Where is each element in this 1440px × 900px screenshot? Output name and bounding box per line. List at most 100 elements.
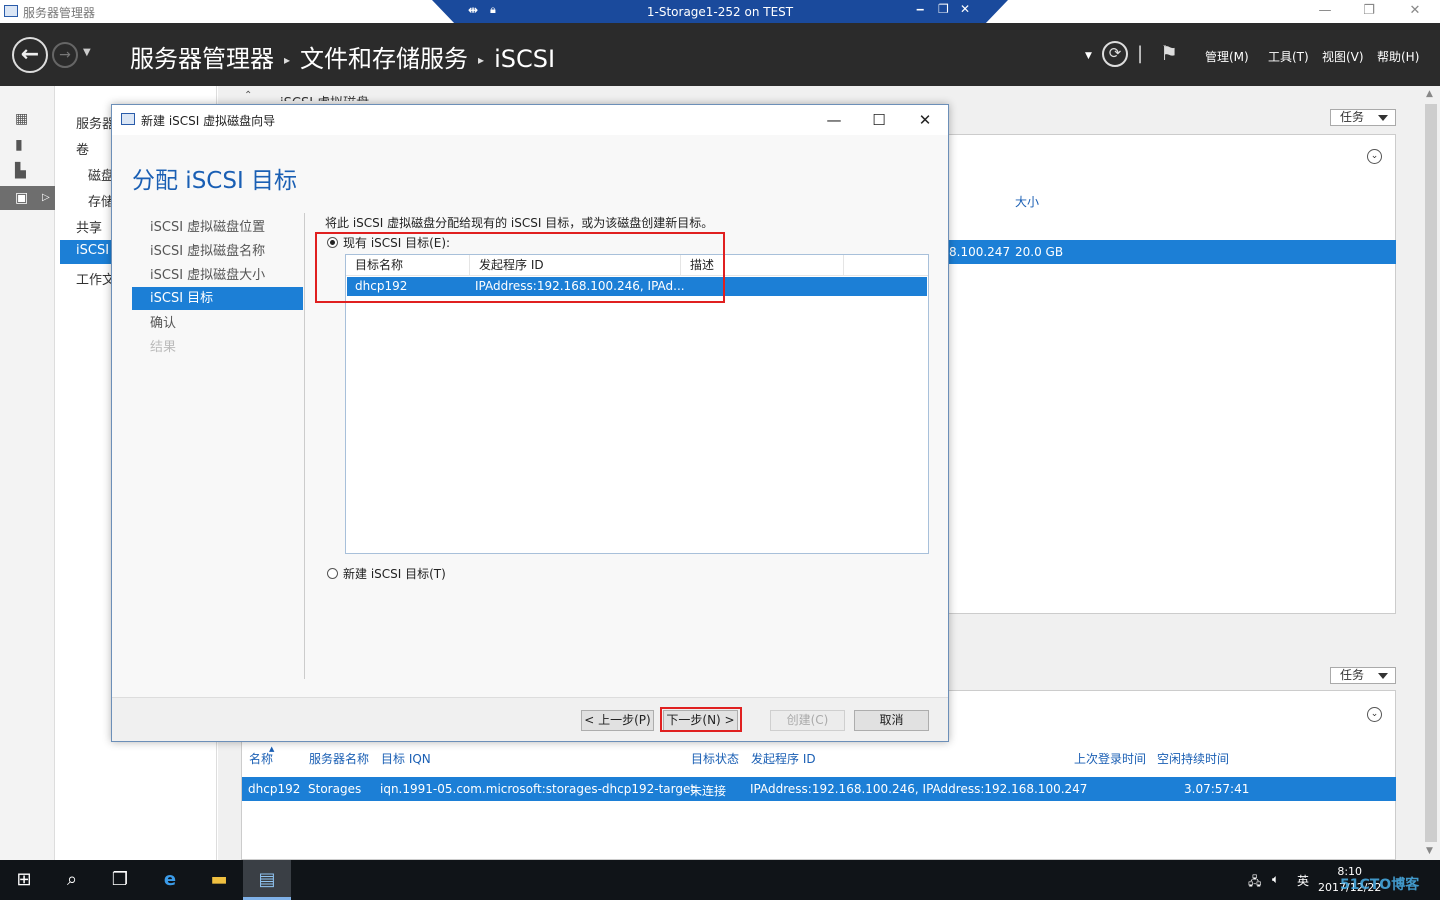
volume-icon[interactable]: 🔈︎ (1272, 872, 1279, 887)
local-server-icon[interactable]: ▮ (15, 137, 33, 153)
wizard-app-icon (121, 113, 135, 125)
menu-manage[interactable]: 管理(M) (1205, 48, 1249, 65)
rdp-minimize-icon[interactable]: ‒ (916, 2, 924, 16)
notifications-flag-icon[interactable]: ⚑ (1160, 41, 1178, 65)
table-header: 目标名称 发起程序 ID 描述 (346, 255, 928, 276)
tasks-dropdown-top[interactable]: 任务 (1330, 109, 1396, 126)
panel-collapse-icon[interactable]: ⌄ (1367, 149, 1382, 164)
column-header-status[interactable]: 目标状态 (691, 750, 739, 767)
next-button[interactable]: 下一步(N) > (663, 710, 738, 731)
cell-server: Storages (308, 782, 362, 796)
step-divider (304, 213, 305, 679)
all-servers-icon[interactable]: ▙ (15, 163, 33, 179)
step-disk-name[interactable]: iSCSI 虚拟磁盘名称 (132, 240, 303, 263)
nav-item-iscsi[interactable]: iSCSI (76, 243, 109, 258)
size-column-header[interactable]: 大小 (1015, 193, 1039, 210)
internet-explorer-icon[interactable]: e (158, 868, 182, 892)
panel-collapse-icon[interactable]: ⌄ (1367, 707, 1382, 722)
table-row[interactable]: dhcp192 Storages iqn.1991-05.com.microso… (242, 777, 1396, 801)
breadcrumb: 服务器管理器 ▸ 文件和存储服务 ▸ iSCSI (130, 39, 555, 74)
wizard-footer: < 上一步(P) 下一步(N) > 创建(C) 取消 (112, 697, 948, 741)
breadcrumb-item-server-manager[interactable]: 服务器管理器 (130, 45, 274, 73)
search-icon[interactable]: ⌕ (60, 868, 84, 892)
menu-help[interactable]: 帮助(H) (1377, 48, 1419, 65)
table-row[interactable]: dhcp192 IPAddress:192.168.100.246, IPAd.… (347, 277, 927, 296)
header-divider: | (1137, 43, 1144, 64)
breadcrumb-item-file-storage[interactable]: 文件和存储服务 (300, 45, 468, 73)
windows-start-icon[interactable]: ⊞ (12, 868, 36, 892)
watermark-text: 51CTO博客 (1340, 877, 1420, 893)
refresh-icon[interactable]: ⟳ (1102, 41, 1128, 67)
forward-arrow-icon[interactable]: → (52, 42, 78, 68)
ime-indicator[interactable]: 英 (1297, 872, 1309, 889)
main-scrollbar[interactable]: ▲ ▼ (1422, 86, 1440, 860)
network-icon[interactable]: 🖧︎ (1248, 872, 1261, 893)
section-collapse-icon[interactable]: ⌃ (244, 90, 252, 101)
section-title: iSCSI 虚拟磁盘 (280, 92, 369, 101)
nav-item-work-folders[interactable]: 工作文 (76, 269, 115, 288)
nav-item-servers[interactable]: 服务器 (76, 113, 115, 132)
row-size: 20.0 GB (1015, 245, 1064, 259)
prev-button[interactable]: < 上一步(P) (581, 710, 654, 731)
task-view-icon[interactable]: ❐ (108, 868, 132, 892)
notification-dropdown-icon[interactable]: ▼ (1085, 51, 1092, 61)
file-explorer-icon[interactable]: ▬ (207, 868, 231, 892)
column-header-last-login[interactable]: 上次登录时间 (1074, 750, 1146, 767)
wizard-minimize-icon[interactable]: — (819, 110, 849, 130)
restore-icon[interactable]: ❐ (1354, 2, 1384, 20)
file-storage-icon[interactable]: ▣ (15, 190, 33, 206)
server-manager-taskbar-icon[interactable]: ▤ (255, 868, 279, 892)
rdp-close-icon[interactable]: ✕ (960, 2, 970, 16)
column-header-idle[interactable]: 空闲持续时间 (1157, 750, 1229, 767)
history-dropdown-icon[interactable]: ▼ (83, 47, 91, 58)
radio-existing-target[interactable] (327, 237, 338, 248)
left-icon-strip: ▦ ▮ ▙ ▣ ▷ (0, 86, 55, 860)
server-manager-icon (4, 5, 18, 17)
radio-existing-target-row[interactable]: 现有 iSCSI 目标(E): (327, 234, 450, 251)
step-iscsi-target[interactable]: iSCSI 目标 (132, 287, 303, 310)
scroll-thumb[interactable] (1425, 104, 1437, 842)
menu-view[interactable]: 视图(V) (1322, 48, 1364, 65)
radio-new-target[interactable] (327, 568, 338, 579)
back-arrow-icon[interactable]: ← (12, 37, 48, 73)
nav-item-volumes[interactable]: 卷 (76, 139, 89, 158)
step-confirm[interactable]: 确认 (132, 312, 303, 335)
column-header-description[interactable]: 描述 (681, 255, 844, 276)
sort-ascending-icon: ▲ (269, 745, 275, 753)
cell-name: dhcp192 (248, 782, 301, 796)
row-ip-fragment: 8.100.247 (949, 245, 1011, 259)
menu-tools[interactable]: 工具(T) (1268, 48, 1309, 65)
watermark: 51CTO博客 (1338, 860, 1438, 900)
rdp-restore-icon[interactable]: ❐ (938, 2, 949, 16)
tasks-dropdown-bottom[interactable]: 任务 (1330, 667, 1396, 684)
close-icon[interactable]: ✕ (1400, 2, 1430, 20)
minimize-icon[interactable]: — (1310, 2, 1340, 20)
radio-new-target-label: 新建 iSCSI 目标(T) (343, 567, 446, 581)
cancel-button[interactable]: 取消 (854, 710, 929, 731)
dashboard-icon[interactable]: ▦ (15, 111, 33, 127)
breadcrumb-item-iscsi[interactable]: iSCSI (494, 45, 555, 73)
cell-idle: 3.07:57:41 (1184, 782, 1250, 796)
wizard-maximize-icon[interactable]: ☐ (864, 110, 894, 130)
new-iscsi-disk-wizard: 新建 iSCSI 虚拟磁盘向导 — ☐ ✕ 分配 iSCSI 目标 iSCSI … (111, 104, 949, 742)
radio-new-target-row[interactable]: 新建 iSCSI 目标(T) (327, 565, 446, 582)
radio-existing-target-label: 现有 iSCSI 目标(E): (343, 236, 451, 250)
scroll-up-icon[interactable]: ▲ (1426, 89, 1433, 99)
nav-item-shares[interactable]: 共享 (76, 217, 102, 236)
rdp-connection-bar: ⇹ 🔒︎ 1-Storage1-252 on TEST ‒ ❐ ✕ (432, 0, 1008, 24)
scroll-down-icon[interactable]: ▼ (1426, 846, 1433, 856)
step-disk-location[interactable]: iSCSI 虚拟磁盘位置 (132, 216, 303, 239)
step-disk-size[interactable]: iSCSI 虚拟磁盘大小 (132, 264, 303, 287)
table-row[interactable]: 8.100.247 20.0 GB (949, 240, 1396, 264)
wizard-heading: 分配 iSCSI 目标 (132, 168, 298, 194)
create-button: 创建(C) (770, 710, 845, 731)
column-header-target-name[interactable]: 目标名称 (346, 255, 470, 276)
iscsi-disk-panel: ⌄ 大小 8.100.247 20.0 GB (948, 134, 1396, 614)
breadcrumb-separator-icon: ▸ (284, 53, 291, 67)
taskbar: ⊞ ⌕ ❐ e ▬ ▤ 🖧︎ 🔈︎ 英 8:10 2017/12/22 51CT… (0, 860, 1440, 900)
column-header-iqn[interactable]: 目标 IQN (381, 750, 431, 767)
column-header-initiator-id[interactable]: 发起程序 ID (470, 255, 681, 276)
wizard-close-icon[interactable]: ✕ (910, 110, 940, 130)
column-header-server[interactable]: 服务器名称 (309, 750, 369, 767)
column-header-initiator[interactable]: 发起程序 ID (751, 750, 816, 767)
